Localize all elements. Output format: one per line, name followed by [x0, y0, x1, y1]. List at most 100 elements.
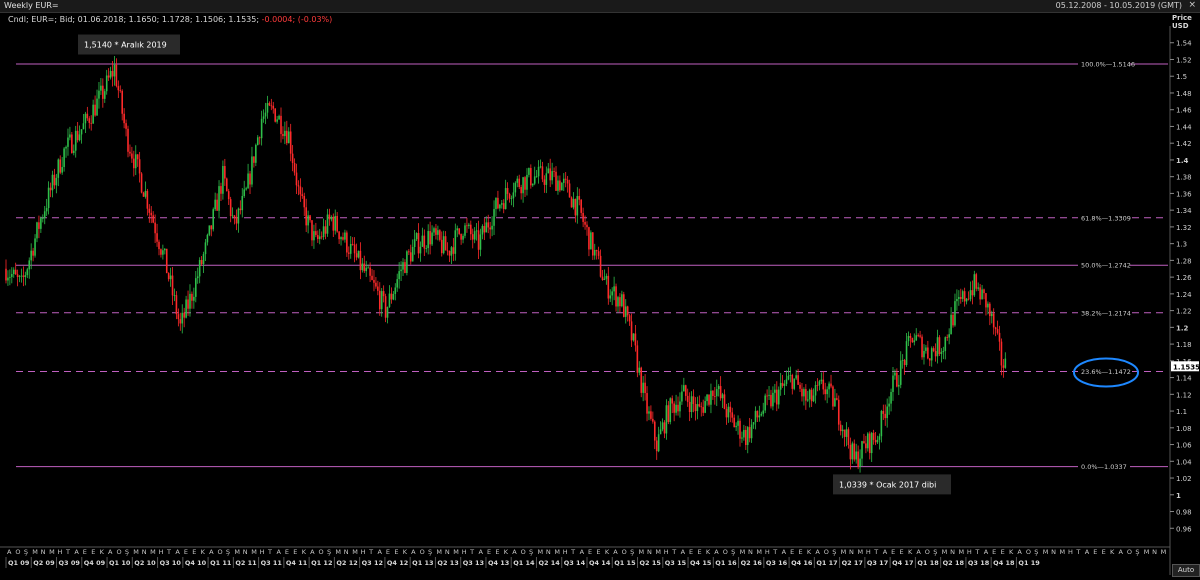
candle-body [928, 358, 931, 361]
x-month-label: K [302, 548, 307, 556]
candle-body [820, 379, 823, 382]
x-month-label: M [234, 548, 240, 556]
candle-body [994, 327, 997, 330]
candle-body [958, 297, 960, 299]
auto-scale-button[interactable]: Auto [1172, 564, 1200, 577]
candle-body [878, 436, 881, 440]
candle-body [53, 174, 56, 186]
candle-body [632, 333, 635, 341]
candle-body [475, 230, 478, 232]
x-month-label: K [908, 548, 913, 556]
candle-body [113, 64, 116, 77]
x-quarter-label: Q3 10 [160, 559, 182, 567]
x-month-label: E [790, 548, 794, 556]
candle-body [154, 222, 156, 234]
candle-body [512, 192, 515, 199]
candle-body [729, 406, 732, 413]
x-month-label: A [411, 548, 416, 556]
x-month-label: T [873, 548, 878, 556]
candle-body [622, 294, 625, 317]
x-month-label: T [1075, 548, 1080, 556]
x-month-label: M [436, 548, 442, 556]
candle-body [241, 195, 244, 211]
candle-body [779, 382, 782, 390]
x-month-label: A [714, 548, 719, 556]
candle-body [725, 408, 728, 418]
candle-body [123, 113, 125, 124]
candle-body [592, 232, 594, 256]
x-month-label: M [639, 548, 645, 556]
candle-body [640, 367, 643, 393]
fib-label: 61.8%—1.3309 [1081, 214, 1131, 222]
candle-body [175, 295, 178, 315]
candle-body [932, 348, 935, 352]
price-chart[interactable]: 0.960.9811.021.041.061.081.11.121.141.16… [0, 0, 1200, 580]
last-price-label: 1.1535 [1173, 363, 1200, 371]
x-month-label: H [361, 548, 366, 556]
x-quarter-label: Q3 15 [665, 559, 687, 567]
candle-body [264, 112, 267, 117]
candle-body [857, 451, 859, 467]
candle-body [41, 218, 44, 219]
candle-body [51, 174, 54, 191]
candle-body [367, 267, 369, 269]
candle-body [655, 440, 658, 452]
candle-body [384, 296, 387, 318]
x-month-label: T [166, 548, 171, 556]
candle-body [824, 389, 827, 395]
x-month-label: M [958, 548, 964, 556]
candle-body [191, 293, 193, 301]
candle-body [185, 299, 187, 318]
candle-body [739, 420, 741, 439]
candle-body [561, 182, 563, 191]
x-month-label: E [697, 548, 701, 556]
y-tick-label: 1.18 [1176, 341, 1192, 349]
candle-body [65, 146, 67, 149]
candle-body [888, 403, 890, 407]
candle-body [836, 398, 838, 400]
candle-body [650, 411, 652, 419]
candle-body [92, 104, 94, 124]
x-month-label: O [1026, 548, 1031, 556]
x-month-label: A [613, 548, 618, 556]
candle-body [146, 190, 149, 209]
candle-body [812, 395, 815, 402]
x-quarter-label: Q1 10 [109, 559, 131, 567]
candle-body [295, 172, 298, 186]
x-month-label: Ş [24, 548, 28, 556]
candle-body [562, 178, 565, 183]
candle-body [822, 379, 825, 390]
candle-body [555, 171, 557, 191]
candle-body [989, 303, 991, 317]
candle-body [559, 180, 561, 191]
candle-body [336, 216, 338, 232]
x-month-label: E [293, 548, 297, 556]
candle-body [301, 194, 304, 196]
candle-body [353, 244, 356, 254]
candle-body [617, 297, 619, 307]
candle-body [233, 215, 236, 218]
x-month-label: T [368, 548, 373, 556]
candle-body [919, 335, 921, 337]
candle-body [355, 253, 358, 258]
x-month-label: K [807, 548, 812, 556]
x-month-label: M [49, 548, 55, 556]
candle-body [758, 415, 761, 418]
candle-body [460, 233, 462, 240]
candle-body [317, 235, 319, 240]
x-month-label: A [916, 548, 921, 556]
candle-body [826, 389, 828, 395]
candle-body [5, 268, 7, 281]
candle-body [946, 337, 949, 338]
candle-body [746, 427, 749, 445]
x-month-label: E [900, 548, 904, 556]
candle-body [539, 166, 542, 168]
y-tick-label: 1.54 [1176, 40, 1192, 48]
candle-body [975, 274, 978, 289]
x-month-label: N [950, 548, 955, 556]
candle-body [437, 230, 439, 235]
candle-body [160, 249, 162, 255]
x-month-label: H [462, 548, 467, 556]
candle-body [847, 429, 850, 445]
x-month-label: M [554, 548, 560, 556]
